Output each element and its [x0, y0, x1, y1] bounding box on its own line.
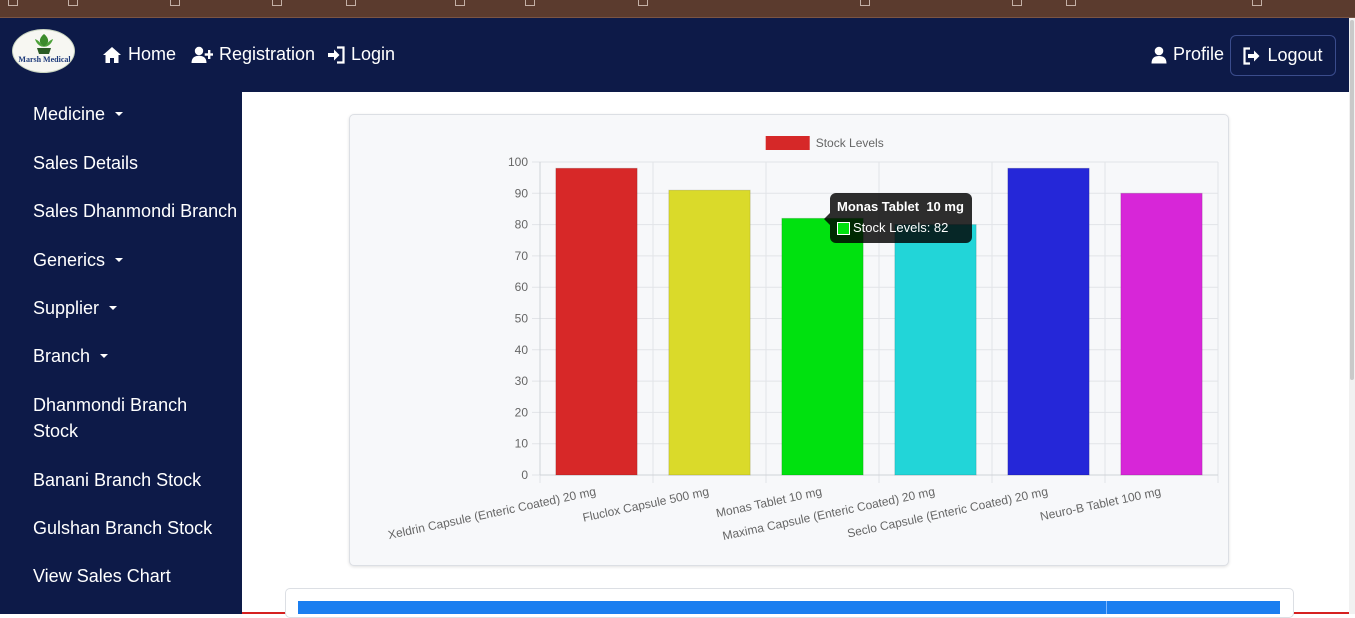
- nav-registration-link[interactable]: Registration: [191, 44, 315, 65]
- bookmark-icon[interactable]: [346, 0, 356, 6]
- top-navbar: Marsh Medical Home Registration Login Pr…: [0, 18, 1355, 92]
- sidebar-item-label: Medicine: [33, 104, 106, 124]
- table-header-bar: [298, 601, 1280, 614]
- bookmark-icon[interactable]: [525, 0, 535, 6]
- caret-down-icon: [109, 306, 118, 310]
- sidebar-item-dhanmondi-branch-stock[interactable]: Dhanmondi Branch: [33, 392, 187, 418]
- y-tick-label: 90: [515, 186, 529, 200]
- bookmark-icon[interactable]: [1252, 0, 1262, 6]
- browser-bookmark-strip: [0, 0, 1355, 18]
- sidebar-item-label: Sales Details: [33, 153, 139, 173]
- chart-bar: [894, 224, 977, 476]
- sidebar-item-supplier[interactable]: Supplier: [33, 295, 118, 321]
- chart-bar: [668, 189, 751, 476]
- nav-profile-link[interactable]: Profile: [1151, 44, 1224, 65]
- sidebar-item-label: Stock: [33, 421, 79, 441]
- chart-bar: [1120, 192, 1203, 476]
- sidebar-item-label: Gulshan Branch Stock: [33, 518, 213, 538]
- bookmark-icon[interactable]: [68, 0, 78, 6]
- y-tick-label: 0: [521, 468, 528, 482]
- table-header-divider: [1106, 601, 1107, 614]
- y-tick-label: 80: [515, 218, 529, 232]
- sidebar-item-sales-dhanmondi-branch[interactable]: Sales Dhanmondi Branch: [33, 198, 237, 224]
- logout-button[interactable]: Logout: [1230, 35, 1336, 76]
- bookmark-icon[interactable]: [1012, 0, 1022, 6]
- caret-down-icon: [100, 354, 109, 358]
- sidebar-item-label: Banani Branch Stock: [33, 470, 202, 490]
- chart-bar: [1007, 167, 1090, 476]
- nav-home-link[interactable]: Home: [102, 44, 176, 65]
- nav-profile-label: Profile: [1173, 44, 1225, 64]
- y-tick-label: 30: [515, 374, 529, 388]
- bookmark-icon[interactable]: [272, 0, 282, 6]
- x-tick-label: Xeldrin Capsule (Enteric Coated) 20 mg: [387, 484, 597, 542]
- sign-out-icon: [1243, 46, 1260, 65]
- stock-levels-chart: 0 10 20 30 40 50 60 70 80 90 100 Xeldrin Capsule (E…: [387, 136, 1219, 543]
- sidebar-item-sales-details[interactable]: Sales Details: [33, 150, 138, 176]
- x-tick-label: Fluclox Capsule 500 mg: [581, 484, 710, 524]
- logout-label: Logout: [1267, 45, 1323, 65]
- y-tick-label: 20: [515, 405, 529, 419]
- sidebar-item-generics[interactable]: Generics: [33, 247, 124, 273]
- y-tick-label: 50: [515, 312, 529, 326]
- caret-down-icon: [115, 258, 124, 262]
- sidebar-item-view-sales-chart[interactable]: View Sales Chart: [33, 563, 171, 589]
- sidebar-item-dhanmondi-branch-stock-line2[interactable]: Stock: [33, 418, 78, 444]
- sidebar-item-label: Supplier: [33, 298, 100, 318]
- leaf-mortar-icon: [35, 34, 53, 54]
- bookmark-icon[interactable]: [455, 0, 465, 6]
- y-tick-label: 10: [515, 437, 529, 451]
- x-tick-label: Seclo Capsule (Enteric Coated) 20 mg: [846, 484, 1049, 540]
- stock-chart-card: 0 10 20 30 40 50 60 70 80 90 100 Xeldrin Capsule (E…: [349, 114, 1229, 566]
- chart-bar: [781, 217, 864, 476]
- y-tick-label: 40: [515, 343, 529, 357]
- brand-logo-text: Marsh Medical: [18, 55, 71, 64]
- sidebar-item-medicine[interactable]: Medicine: [33, 101, 124, 127]
- page-scrollbar-thumb[interactable]: [1350, 20, 1354, 380]
- chart-bar: [555, 167, 638, 476]
- legend-swatch: [765, 136, 810, 150]
- sidebar-item-label: Branch: [33, 346, 91, 366]
- bookmark-icon[interactable]: [8, 0, 18, 6]
- nav-registration-label: Registration: [219, 44, 316, 64]
- brand-logo[interactable]: Marsh Medical: [12, 29, 75, 73]
- nav-home-label: Home: [128, 44, 177, 64]
- sidebar-item-label: Sales Dhanmondi Branch: [33, 201, 238, 221]
- sidebar-item-gulshan-branch-stock[interactable]: Gulshan Branch Stock: [33, 515, 212, 541]
- chart-tooltip: Monas Tablet 10 mg Stock Levels: 82: [824, 193, 972, 243]
- user-plus-icon: [191, 46, 213, 63]
- y-tick-label: 70: [515, 249, 529, 263]
- bookmark-icon[interactable]: [860, 0, 870, 6]
- tooltip-swatch: [837, 222, 850, 235]
- sidebar: Medicine Sales Details Sales Dhanmondi B…: [0, 92, 242, 614]
- legend-label: Stock Levels: [816, 136, 884, 150]
- sidebar-item-banani-branch-stock[interactable]: Banani Branch Stock: [33, 467, 201, 493]
- tooltip-value: Stock Levels: 82: [853, 220, 949, 235]
- y-tick-label: 60: [515, 280, 529, 294]
- bookmark-icon[interactable]: [170, 0, 180, 6]
- user-icon: [1151, 46, 1167, 63]
- sidebar-item-label: Generics: [33, 250, 106, 270]
- y-tick-label: 100: [508, 155, 528, 169]
- caret-down-icon: [115, 112, 124, 116]
- bookmark-icon[interactable]: [638, 0, 648, 6]
- tooltip-title: Monas Tablet 10 mg: [837, 199, 964, 214]
- sign-in-icon: [328, 45, 345, 64]
- nav-login-label: Login: [351, 44, 396, 64]
- sidebar-item-branch[interactable]: Branch: [33, 343, 109, 369]
- x-tick-label: Neuro-B Tablet 100 mg: [1039, 484, 1162, 523]
- nav-login-link[interactable]: Login: [327, 44, 395, 65]
- bookmark-icon[interactable]: [1066, 0, 1076, 6]
- sidebar-item-label: View Sales Chart: [33, 566, 171, 586]
- home-icon: [103, 46, 121, 63]
- sidebar-item-label: Dhanmondi Branch: [33, 395, 188, 415]
